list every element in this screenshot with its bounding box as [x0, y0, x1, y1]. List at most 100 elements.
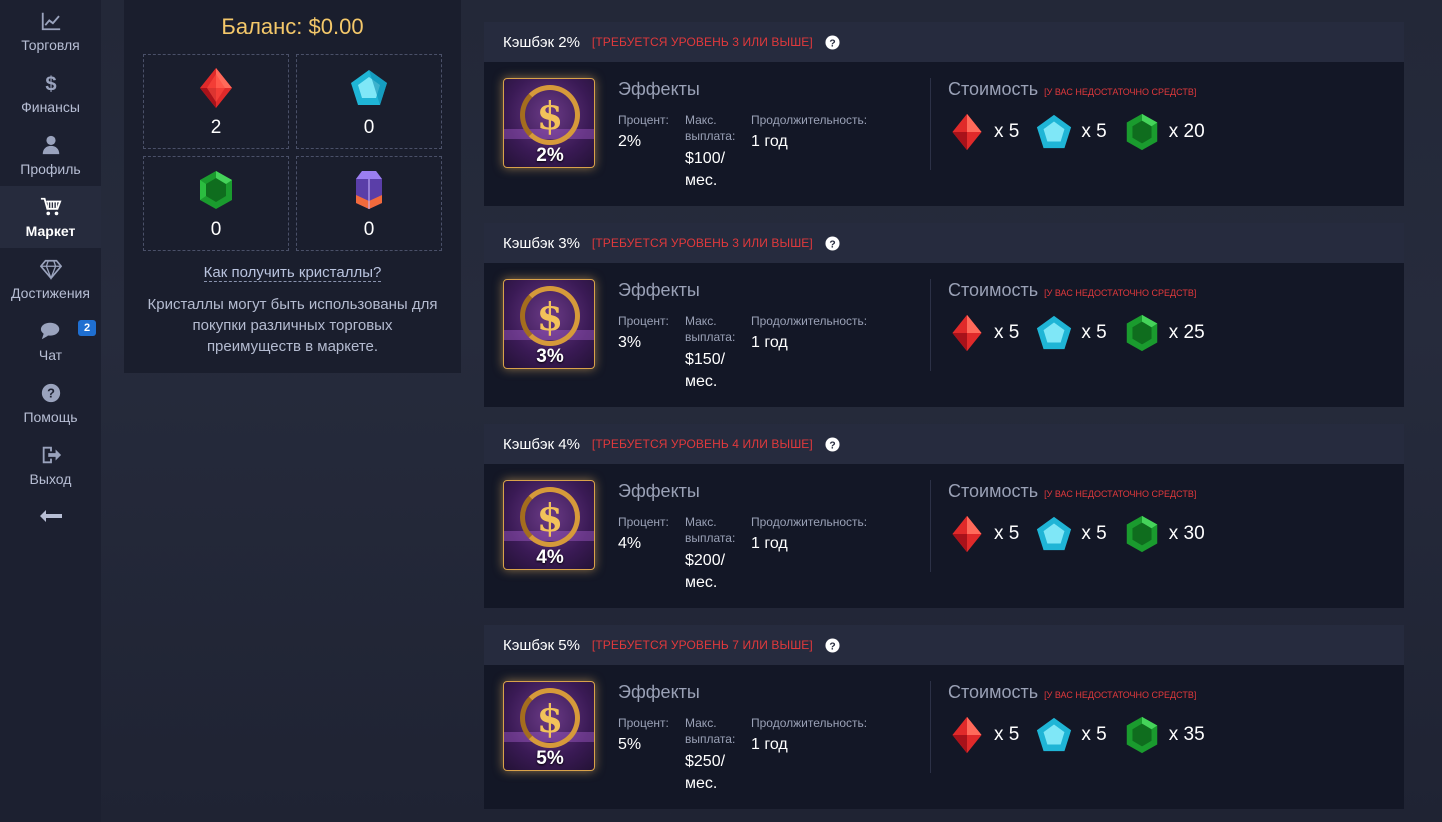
- max-payout-unit: мес.: [685, 373, 718, 390]
- effects-section: Эффекты Процент: 4% Макс. выплата: $200/ме…: [618, 481, 891, 594]
- cost-green-amount: x 35: [1168, 724, 1205, 745]
- duration-label: Продолжительность:: [751, 314, 868, 328]
- market-item-body[interactable]: $ 3% Эффекты Процент: 3% Макс. выплата: $1…: [484, 263, 1404, 407]
- percent-label: Процент:: [618, 515, 669, 529]
- arrow-left-icon: [39, 510, 62, 522]
- insufficient-funds-warning: [У ВАС НЕДОСТАТОЧНО СРЕДСТВ]: [1044, 87, 1197, 97]
- market-item-title: Кэшбэк 3%: [503, 234, 580, 252]
- max-payout-amount: $200/: [685, 552, 726, 569]
- red-crystal-icon: [952, 314, 982, 352]
- duration-label: Продолжительность:: [751, 515, 868, 529]
- svg-text:?: ?: [47, 386, 55, 401]
- help-icon[interactable]: ?: [825, 34, 840, 50]
- red-crystal-icon: [952, 515, 982, 553]
- green-crystal-icon: [197, 167, 235, 213]
- percent-label: Процент:: [618, 716, 669, 730]
- max-payout-amount: $150/: [685, 351, 726, 368]
- duration-label: Продолжительность:: [751, 113, 868, 127]
- effects-section: Эффекты Процент: 2% Макс. выплата: $100/ме…: [618, 79, 891, 192]
- max-payout-amount: $250/: [685, 753, 726, 770]
- sidebar-item-logout[interactable]: Выход: [0, 434, 101, 496]
- divider: [930, 681, 931, 773]
- dollar-icon: $: [40, 71, 62, 95]
- cost-green-amount: x 30: [1168, 523, 1205, 544]
- chat-icon: [40, 319, 62, 343]
- cost-red-amount: x 5: [994, 322, 1020, 343]
- sidebar-item-label: Чат: [38, 347, 63, 363]
- market-item-header: Кэшбэк 5% [ТРЕБУЕТСЯ УРОВЕНЬ 7 ИЛИ ВЫШЕ]…: [484, 625, 1404, 665]
- chart-line-icon: [40, 9, 62, 33]
- balance-label: Баланс: $0.00: [221, 14, 364, 39]
- duration-label: Продолжительность:: [751, 716, 868, 730]
- svg-text:$: $: [45, 73, 56, 94]
- sidebar-item-label: Выход: [29, 471, 72, 487]
- cost-red-amount: x 5: [994, 724, 1020, 745]
- blue-crystal-icon: [1037, 114, 1072, 149]
- logout-icon: [40, 443, 62, 467]
- cost-green-amount: x 20: [1168, 121, 1205, 142]
- sidebar-item-finance[interactable]: $ Финансы: [0, 62, 101, 124]
- cart-icon: [40, 195, 62, 219]
- help-icon[interactable]: ?: [825, 436, 840, 452]
- sidebar-item-trading[interactable]: Торговля: [0, 0, 101, 62]
- blue-crystal-icon: [1037, 717, 1072, 752]
- level-requirement: [ТРЕБУЕТСЯ УРОВЕНЬ 3 ИЛИ ВЫШЕ]: [591, 35, 813, 49]
- svg-text:?: ?: [829, 239, 835, 250]
- crystal-count-purple: 0: [363, 218, 375, 240]
- market-item-title: Кэшбэк 4%: [503, 435, 580, 453]
- insufficient-funds-warning: [У ВАС НЕДОСТАТОЧНО СРЕДСТВ]: [1044, 489, 1197, 499]
- green-crystal-icon: [1126, 113, 1157, 151]
- crystal-description: Кристаллы могут быть использованы для по…: [147, 296, 438, 355]
- level-requirement: [ТРЕБУЕТСЯ УРОВЕНЬ 7 ИЛИ ВЫШЕ]: [591, 638, 813, 652]
- purple-crystal-icon: [354, 167, 384, 213]
- cashback-badge-image: $ 5%: [503, 681, 595, 771]
- cost-title: Стоимость: [948, 280, 1039, 300]
- percent-value: 4%: [618, 535, 642, 552]
- svg-text:?: ?: [829, 641, 835, 652]
- red-crystal-icon: [198, 65, 234, 111]
- percent-value: 3%: [618, 334, 642, 351]
- market-item: Кэшбэк 2% [ТРЕБУЕТСЯ УРОВЕНЬ 3 ИЛИ ВЫШЕ]…: [484, 22, 1404, 206]
- cost-section: Стоимость [У ВАС НЕДОСТАТОЧНО СРЕДСТВ] x …: [948, 682, 1221, 755]
- effects-title: Эффекты: [618, 280, 700, 300]
- market-item-body[interactable]: $ 5% Эффекты Процент: 5% Макс. выплата: $2…: [484, 665, 1404, 809]
- crystal-count-green: 0: [210, 218, 222, 240]
- cost-blue-amount: x 5: [1081, 523, 1107, 544]
- sidebar-item-help[interactable]: ? Помощь: [0, 372, 101, 434]
- help-icon[interactable]: ?: [825, 235, 840, 251]
- crystal-cell-blue: 0: [296, 54, 442, 149]
- cashback-badge-percent: 2%: [536, 145, 564, 166]
- green-crystal-icon: [1126, 515, 1157, 553]
- market-item-header: Кэшбэк 4% [ТРЕБУЕТСЯ УРОВЕНЬ 4 ИЛИ ВЫШЕ]…: [484, 424, 1404, 464]
- market-item-body[interactable]: $ 2% Эффекты Процент: 2% Макс. выплата: $1…: [484, 62, 1404, 206]
- sidebar-item-market[interactable]: Маркет: [0, 186, 101, 248]
- cost-blue-amount: x 5: [1081, 724, 1107, 745]
- sidebar-item-chat[interactable]: Чат 2: [0, 310, 101, 372]
- collapse-sidebar-button[interactable]: [0, 496, 101, 536]
- cashback-badge-image: $ 4%: [503, 480, 595, 570]
- help-icon[interactable]: ?: [825, 637, 840, 653]
- sidebar-item-achievements[interactable]: Достижения: [0, 248, 101, 310]
- cost-section: Стоимость [У ВАС НЕДОСТАТОЧНО СРЕДСТВ] x …: [948, 280, 1221, 353]
- percent-value: 2%: [618, 133, 642, 150]
- market-item-body[interactable]: $ 4% Эффекты Процент: 4% Макс. выплата: $2…: [484, 464, 1404, 608]
- effects-section: Эффекты Процент: 3% Макс. выплата: $150/ме…: [618, 280, 891, 393]
- how-to-get-crystals-link[interactable]: Как получить кристаллы?: [203, 264, 382, 282]
- percent-label: Процент:: [618, 113, 669, 127]
- cashback-badge-percent: 4%: [536, 547, 564, 568]
- sidebar-item-label: Помощь: [23, 409, 78, 425]
- cost-section: Стоимость [У ВАС НЕДОСТАТОЧНО СРЕДСТВ] x …: [948, 79, 1221, 152]
- crystal-cell-purple: 0: [296, 156, 442, 251]
- cashback-badge-percent: 5%: [536, 748, 564, 769]
- market-items-list: Кэшбэк 2% [ТРЕБУЕТСЯ УРОВЕНЬ 3 ИЛИ ВЫШЕ]…: [484, 22, 1404, 822]
- sidebar-item-label: Финансы: [21, 99, 80, 115]
- green-crystal-icon: [1126, 716, 1157, 754]
- market-item: Кэшбэк 3% [ТРЕБУЕТСЯ УРОВЕНЬ 3 ИЛИ ВЫШЕ]…: [484, 223, 1404, 407]
- svg-text:?: ?: [829, 38, 835, 49]
- duration-value: 1 год: [751, 133, 788, 150]
- sidebar-item-profile[interactable]: Профиль: [0, 124, 101, 186]
- duration-value: 1 год: [751, 334, 788, 351]
- diamond-icon: [39, 257, 62, 281]
- max-payout-label: Макс. выплата:: [685, 314, 736, 344]
- max-payout-label: Макс. выплата:: [685, 113, 736, 143]
